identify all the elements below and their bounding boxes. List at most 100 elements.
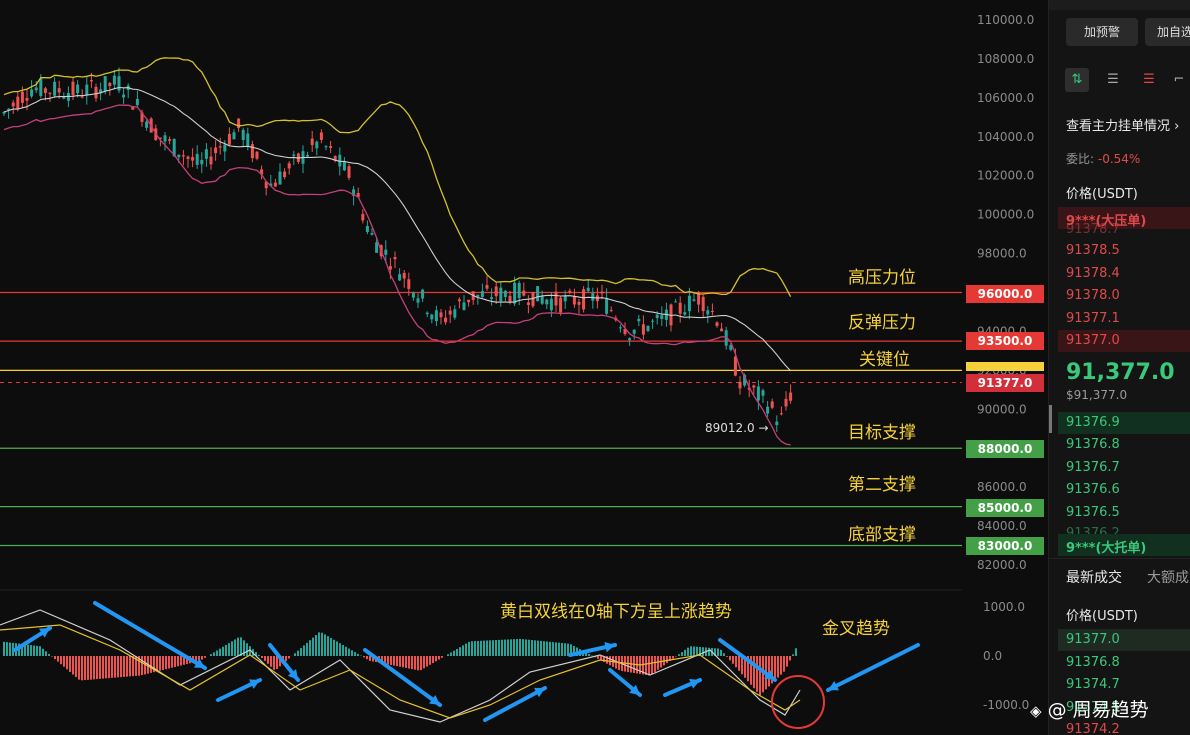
macd-histogram-bar	[201, 656, 203, 660]
macd-histogram-bar	[30, 645, 32, 656]
candle-body	[34, 87, 38, 91]
macd-histogram-bar	[453, 650, 455, 656]
macd-histogram-bar	[114, 656, 116, 678]
candle-body	[453, 309, 457, 318]
candle-body	[365, 226, 369, 233]
expand-icon[interactable]: ⌐	[1167, 68, 1190, 92]
candle-body	[283, 171, 287, 178]
layout-bids-icon[interactable]: ☰	[1101, 68, 1125, 92]
candle-body	[407, 279, 411, 289]
macd-histogram-bar	[309, 640, 311, 656]
macd-histogram-bar	[420, 656, 422, 671]
last-price: 91,377.0	[1066, 360, 1175, 385]
macd-histogram-bar	[432, 656, 434, 664]
macd-histogram-bar	[651, 656, 653, 675]
candle-body	[577, 301, 581, 305]
level-tag-88000: 88000.0	[966, 440, 1044, 458]
tab-latest-trades[interactable]: 最新成交	[1066, 567, 1122, 587]
macd-histogram-bar	[510, 639, 512, 656]
bid-row[interactable]: 91376.6	[1066, 482, 1120, 497]
bid-row[interactable]: 91376.9	[1066, 415, 1120, 430]
macd-histogram-bar	[780, 656, 782, 675]
candle-body	[329, 146, 333, 148]
macd-histogram-bar	[513, 639, 515, 656]
macd-histogram-bar	[42, 648, 44, 656]
order-book-link[interactable]: 查看主力挂单情况 ›	[1066, 115, 1179, 134]
y-tick-label: 100000.0	[977, 208, 1034, 222]
candle-body	[306, 154, 310, 157]
candle-body	[135, 98, 139, 106]
collapse-handle[interactable]	[1049, 405, 1052, 433]
macd-histogram-bar	[96, 656, 98, 680]
candle-body	[117, 76, 121, 91]
y-tick-label: 106000.0	[977, 91, 1034, 105]
candle-body	[421, 289, 425, 299]
macd-histogram-bar	[267, 656, 269, 664]
macd-histogram-bar	[132, 656, 134, 677]
bid-row[interactable]: 91376.5	[1066, 505, 1120, 520]
candle-body	[278, 171, 282, 185]
macd-histogram-bar	[225, 644, 227, 656]
macd-histogram-bar	[459, 647, 461, 656]
candle-body	[761, 390, 765, 396]
add-favorite-button[interactable]: 加自选	[1145, 18, 1190, 46]
macd-histogram-bar	[54, 656, 56, 660]
macd-histogram-bar	[354, 652, 356, 656]
chart-area[interactable]: 110000.0 108000.0 106000.0 104000.0 102000.0…	[0, 0, 1048, 735]
macd-histogram-bar	[681, 652, 683, 656]
macd-histogram-bar	[288, 656, 290, 659]
ask-row[interactable]: 91378.7	[1066, 222, 1120, 237]
macd-histogram-bar	[66, 656, 68, 670]
ask-row[interactable]: 91378.0	[1066, 288, 1120, 303]
macd-histogram-bar	[435, 656, 437, 662]
macd-histogram-bar	[333, 639, 335, 656]
macd-histogram-bar	[645, 656, 647, 675]
macd-histogram-bar	[180, 656, 182, 666]
macd-histogram-bar	[36, 645, 38, 656]
macd-histogram-bar	[177, 656, 179, 667]
macd-histogram-bar	[174, 656, 176, 668]
macd-histogram-bar	[87, 656, 89, 680]
candle-body	[563, 295, 567, 302]
candle-body	[319, 132, 323, 140]
candle-body	[48, 92, 52, 94]
macd-histogram-bar	[597, 656, 599, 659]
macd-histogram-bar	[411, 656, 413, 670]
macd-histogram-bar	[27, 644, 29, 656]
candle-body	[784, 398, 788, 407]
macd-histogram-bar	[429, 656, 431, 665]
ask-row[interactable]: 91377.1	[1066, 311, 1120, 326]
macd-histogram-bar	[264, 656, 266, 661]
ask-row[interactable]: 91378.5	[1066, 243, 1120, 258]
candle-body	[2, 112, 6, 114]
candle-body	[89, 80, 93, 82]
macd-histogram-bar	[261, 656, 263, 658]
candle-body	[568, 290, 572, 293]
macd-histogram-bar	[720, 649, 722, 656]
candle-body	[324, 146, 328, 148]
candle-body	[789, 392, 793, 401]
macd-histogram-bar	[759, 656, 761, 696]
ask-row[interactable]: 91378.4	[1066, 266, 1120, 281]
ask-row[interactable]: 91377.0	[1066, 333, 1120, 348]
candle-body	[241, 129, 245, 141]
layout-both-icon[interactable]: ⇅	[1065, 68, 1089, 92]
annotation-high-resistance: 高压力位	[848, 268, 916, 288]
candle-body	[163, 135, 167, 142]
macd-histogram-bar	[666, 656, 668, 664]
trades-header: 价格(USDT)	[1066, 609, 1138, 624]
candle-body	[430, 314, 434, 320]
bid-row[interactable]: 91376.7	[1066, 460, 1120, 475]
candle-body	[214, 147, 218, 154]
add-alert-button[interactable]: 加预警	[1066, 18, 1138, 46]
layout-asks-icon[interactable]: ☰	[1137, 68, 1161, 92]
macd-histogram-bar	[501, 639, 503, 656]
tab-large-trades[interactable]: 大额成	[1147, 567, 1189, 587]
candle-body	[287, 163, 291, 169]
macd-histogram-bar	[534, 640, 536, 656]
macd-histogram-bar	[777, 656, 779, 678]
bid-row[interactable]: 91376.8	[1066, 437, 1120, 452]
macd-histogram-bar	[330, 637, 332, 656]
bid-ask-ratio: 委比: -0.54%	[1066, 150, 1140, 167]
candle-body	[375, 242, 379, 253]
